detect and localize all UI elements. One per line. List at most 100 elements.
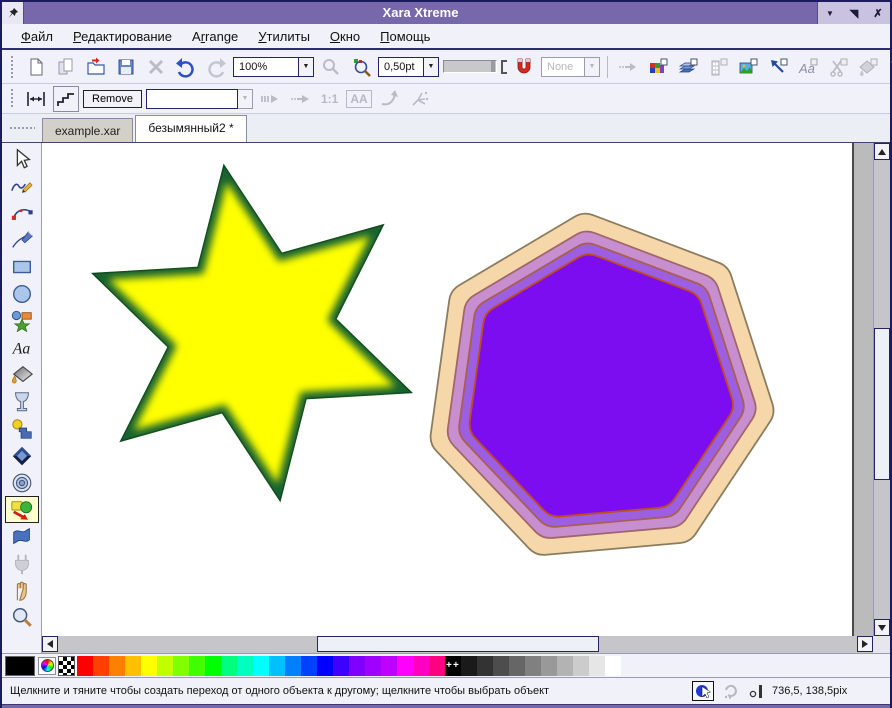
font-gallery-button[interactable]: Aa: [795, 54, 821, 80]
palette-swatch[interactable]: [493, 656, 509, 676]
palette-swatch[interactable]: [317, 656, 333, 676]
quality-dropdown-button[interactable]: ▼: [585, 57, 600, 77]
palette-swatch[interactable]: [397, 656, 413, 676]
palette-swatch[interactable]: [77, 656, 93, 676]
palette-swatch[interactable]: [285, 656, 301, 676]
palette-swatch[interactable]: [301, 656, 317, 676]
previous-zoom-button[interactable]: [318, 54, 344, 80]
palette-swatch[interactable]: [589, 656, 605, 676]
line-width-dropdown-button[interactable]: ▼: [424, 57, 439, 77]
palette-swatch[interactable]: [541, 656, 557, 676]
scroll-right-button[interactable]: [857, 636, 873, 652]
menu-help[interactable]: Помощь: [371, 26, 439, 47]
window-menu-button[interactable]: [2, 2, 24, 24]
menu-file[interactable]: Файл: [12, 26, 62, 47]
shade-button[interactable]: ▼: [823, 9, 837, 18]
blend-profile-button[interactable]: [406, 86, 432, 112]
shadow-tool[interactable]: [5, 415, 39, 442]
blend-along-curve-button[interactable]: [257, 86, 283, 112]
one-to-one-button[interactable]: 1:1: [317, 92, 342, 106]
name-gallery-button[interactable]: [765, 54, 791, 80]
import-button[interactable]: [53, 54, 79, 80]
palette-swatch[interactable]: [605, 656, 621, 676]
current-color-indicator[interactable]: [5, 656, 35, 676]
scroll-down-button[interactable]: [874, 619, 890, 636]
horizontal-scrollbar-thumb[interactable]: [317, 636, 599, 652]
vertical-scrollbar-thumb[interactable]: [874, 328, 890, 480]
fill-gallery-button[interactable]: [855, 54, 881, 80]
scroll-up-button[interactable]: [874, 143, 890, 160]
palette-swatch[interactable]: [557, 656, 573, 676]
infobar-grip[interactable]: [10, 88, 15, 108]
palette-swatch[interactable]: [237, 656, 253, 676]
text-tool[interactable]: Aa: [5, 334, 39, 361]
ellipse-tool[interactable]: [5, 280, 39, 307]
palette-swatch[interactable]: [109, 656, 125, 676]
no-color-swatch[interactable]: [58, 656, 75, 676]
menu-edit[interactable]: Редактирование: [64, 26, 181, 47]
fill-tool[interactable]: [5, 361, 39, 388]
freehand-tool[interactable]: [5, 172, 39, 199]
snap-to-grid-button[interactable]: [511, 54, 537, 80]
palette-swatch[interactable]: [253, 656, 269, 676]
pen-tool[interactable]: [5, 226, 39, 253]
undo-button[interactable]: [173, 54, 199, 80]
palette-swatch[interactable]: [157, 656, 173, 676]
blend-rotate-button[interactable]: [376, 86, 402, 112]
menu-window[interactable]: Окно: [321, 26, 369, 47]
palette-swatch[interactable]: ++: [445, 656, 461, 676]
maximize-button[interactable]: ◥: [847, 7, 861, 20]
push-tool[interactable]: [5, 577, 39, 604]
palette-swatch[interactable]: [189, 656, 205, 676]
feather-slider[interactable]: [443, 60, 497, 73]
transparency-tool[interactable]: [5, 388, 39, 415]
redo-button[interactable]: [203, 54, 229, 80]
palette-swatch[interactable]: [333, 656, 349, 676]
palette-swatch[interactable]: [205, 656, 221, 676]
palette-swatch[interactable]: [461, 656, 477, 676]
edit-color-button[interactable]: [38, 657, 56, 675]
vertical-scrollbar[interactable]: [873, 143, 890, 636]
blend-steps-button[interactable]: [53, 86, 79, 112]
selector-tool[interactable]: [5, 145, 39, 172]
quickshape-tool[interactable]: [5, 307, 39, 334]
contour-object[interactable]: [451, 235, 752, 534]
palette-swatch[interactable]: [509, 656, 525, 676]
zoom-value-input[interactable]: 100%: [233, 57, 299, 77]
palette-swatch[interactable]: [141, 656, 157, 676]
palette-swatch[interactable]: [349, 656, 365, 676]
transparency-gallery-button[interactable]: [885, 54, 892, 80]
palette-swatch[interactable]: [365, 656, 381, 676]
zoom-tool[interactable]: [5, 604, 39, 631]
menu-utilities[interactable]: Утилиты: [249, 26, 319, 47]
clipart-gallery-button[interactable]: [825, 54, 851, 80]
bitmap-gallery-button[interactable]: [735, 54, 761, 80]
blend-position-profile-button[interactable]: [287, 86, 313, 112]
palette-swatch[interactable]: [413, 656, 429, 676]
palette-swatch[interactable]: [573, 656, 589, 676]
rectangle-tool[interactable]: [5, 253, 39, 280]
delete-button[interactable]: [143, 54, 169, 80]
line-width-input[interactable]: 0,50pt: [378, 57, 424, 77]
toolbox-grip[interactable]: [2, 114, 42, 142]
palette-swatch[interactable]: [381, 656, 397, 676]
galleries-button[interactable]: [615, 54, 641, 80]
snap-indicator[interactable]: [692, 681, 714, 701]
palette-swatch[interactable]: [269, 656, 285, 676]
blend-preset-dropdown-button[interactable]: ▼: [238, 89, 253, 109]
save-button[interactable]: [113, 54, 139, 80]
palette-swatch[interactable]: [429, 656, 445, 676]
star-object[interactable]: [93, 165, 412, 500]
menu-arrange[interactable]: Arrange: [183, 26, 247, 47]
toolbar-grip[interactable]: [10, 55, 15, 78]
shape-editor-tool[interactable]: [5, 199, 39, 226]
scroll-left-button[interactable]: [42, 636, 58, 652]
palette-swatch[interactable]: [477, 656, 493, 676]
remove-blend-button[interactable]: Remove: [83, 90, 142, 108]
blend-distance-button[interactable]: [23, 86, 49, 112]
frame-gallery-button[interactable]: [705, 54, 731, 80]
tab-example-xar[interactable]: example.xar: [42, 118, 133, 142]
canvas[interactable]: [42, 143, 873, 636]
zoom-to-drawing-button[interactable]: [348, 54, 374, 80]
color-gallery-button[interactable]: [645, 54, 671, 80]
